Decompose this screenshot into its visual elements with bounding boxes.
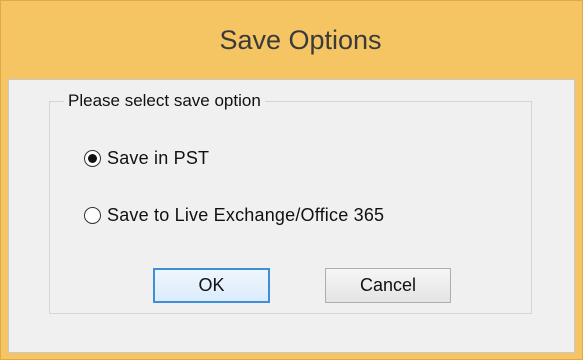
radio-save-to-live-exchange[interactable]: Save to Live Exchange/Office 365 bbox=[84, 205, 384, 226]
dialog-body: Please select save option Save in PST Sa… bbox=[8, 79, 575, 353]
radio-button-unselected[interactable] bbox=[84, 207, 101, 224]
radio-selected-dot bbox=[88, 154, 97, 163]
radio-label-save-in-pst[interactable]: Save in PST bbox=[107, 148, 209, 169]
groupbox-legend: Please select save option bbox=[64, 90, 265, 112]
radio-save-in-pst[interactable]: Save in PST bbox=[84, 148, 209, 169]
radio-label-save-to-live-exchange[interactable]: Save to Live Exchange/Office 365 bbox=[107, 205, 384, 226]
cancel-button[interactable]: Cancel bbox=[325, 268, 451, 303]
ok-button[interactable]: OK bbox=[153, 268, 270, 303]
save-option-groupbox: Please select save option Save in PST Sa… bbox=[49, 90, 532, 314]
save-options-dialog: Save Options Please select save option S… bbox=[0, 0, 583, 360]
radio-button-selected[interactable] bbox=[84, 150, 101, 167]
title-bar[interactable]: Save Options bbox=[1, 1, 582, 79]
dialog-title: Save Options bbox=[219, 24, 382, 55]
